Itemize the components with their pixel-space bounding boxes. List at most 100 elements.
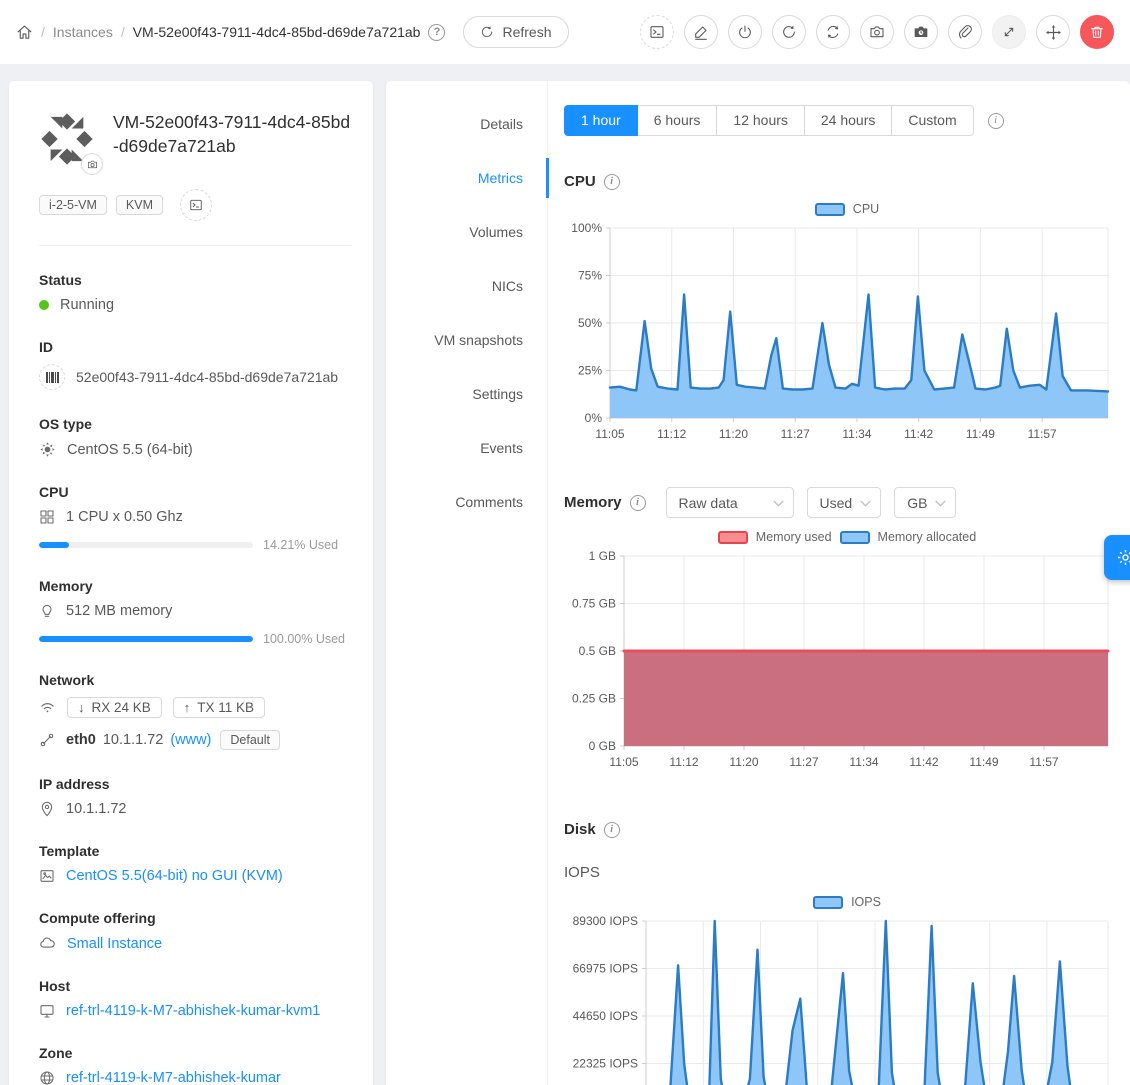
- legend-label: Memory allocated: [878, 530, 977, 544]
- info-icon[interactable]: i: [604, 174, 620, 190]
- globe-icon: [39, 1070, 55, 1085]
- rx-tag: ↓RX 24 KB: [67, 697, 162, 718]
- reboot-icon[interactable]: [772, 15, 806, 49]
- time-range-12hours[interactable]: 12 hours: [717, 105, 804, 136]
- svg-text:0 GB: 0 GB: [589, 739, 616, 753]
- vm-snapshot-icon[interactable]: [904, 15, 938, 49]
- top-header: / Instances / VM-52e00f43-7911-4dc4-85bd…: [0, 0, 1130, 64]
- edit-icon[interactable]: [684, 15, 718, 49]
- time-range-1hour[interactable]: 1 hour: [564, 105, 638, 136]
- legend-label: IOPS: [851, 895, 881, 909]
- memory-data-select[interactable]: Raw data: [666, 487, 794, 518]
- status-label: Status: [39, 272, 351, 288]
- memory-unit-select[interactable]: GB: [894, 487, 956, 518]
- svg-text:50%: 50%: [578, 316, 602, 330]
- refresh-label: Refresh: [502, 24, 551, 40]
- camera-badge-icon[interactable]: [81, 153, 103, 175]
- disk-section-title: Disk: [564, 821, 596, 838]
- legend-item-memory-allocated[interactable]: Memory allocated: [840, 530, 977, 544]
- breadcrumb-separator: /: [41, 24, 45, 40]
- tx-tag: ↑TX 11 KB: [173, 697, 265, 718]
- breadcrumb-separator: /: [121, 24, 125, 40]
- detail-nav: Details Metrics Volumes NICs VM snapshot…: [386, 81, 548, 1085]
- svg-text:0.75 GB: 0.75 GB: [572, 597, 616, 611]
- barcode-icon: [39, 364, 65, 390]
- scale-vm-icon[interactable]: [992, 15, 1026, 49]
- nic-icon: [39, 732, 55, 748]
- info-icon[interactable]: i: [604, 822, 620, 838]
- offering-link[interactable]: Small Instance: [67, 936, 162, 952]
- legend-swatch: [813, 896, 843, 909]
- time-range-group: 1 hour 6 hours 12 hours 24 hours Custom: [564, 105, 974, 136]
- console-icon[interactable]: [180, 189, 212, 221]
- tab-vm-snapshots[interactable]: VM snapshots: [386, 313, 547, 367]
- time-range-24hours[interactable]: 24 hours: [805, 105, 892, 136]
- svg-text:0.5 GB: 0.5 GB: [579, 644, 616, 658]
- vm-title: VM-52e00f43-7911-4dc4-85bd-d69de7a721ab: [113, 111, 351, 167]
- take-snapshot-icon[interactable]: [860, 15, 894, 49]
- breadcrumb: / Instances / VM-52e00f43-7911-4dc4-85bd…: [16, 24, 445, 41]
- zone-link[interactable]: ref-trl-4119-k-M7-abhishek-kumar: [66, 1070, 281, 1085]
- breadcrumb-instances[interactable]: Instances: [53, 24, 113, 40]
- tab-settings[interactable]: Settings: [386, 367, 547, 421]
- svg-text:11:12: 11:12: [657, 427, 686, 441]
- reinstall-icon[interactable]: [816, 15, 850, 49]
- memory-chart-title: Memory: [564, 494, 622, 511]
- nic-default-tag: Default: [220, 730, 280, 750]
- info-icon[interactable]: i: [988, 113, 1004, 129]
- tab-volumes[interactable]: Volumes: [386, 205, 547, 259]
- divider: [39, 245, 351, 246]
- tab-details[interactable]: Details: [386, 97, 547, 151]
- host-link[interactable]: ref-trl-4119-k-M7-abhishek-kumar-kvm1: [66, 1003, 320, 1019]
- nic-ip: 10.1.1.72: [103, 732, 163, 748]
- network-label: Network: [39, 672, 351, 688]
- legend-item-cpu[interactable]: CPU: [815, 202, 879, 216]
- legend-item-iops[interactable]: IOPS: [813, 895, 881, 909]
- info-icon[interactable]: i: [630, 495, 646, 511]
- id-label: ID: [39, 339, 351, 355]
- cpu-label: CPU: [39, 484, 351, 500]
- tab-comments[interactable]: Comments: [386, 475, 547, 529]
- nic-network-link[interactable]: (www): [170, 732, 211, 748]
- nic-name: eth0: [66, 732, 96, 748]
- home-icon[interactable]: [16, 24, 33, 41]
- svg-text:11:34: 11:34: [849, 755, 878, 769]
- tab-metrics[interactable]: Metrics: [386, 151, 547, 205]
- tab-events[interactable]: Events: [386, 421, 547, 475]
- console-icon[interactable]: [640, 15, 674, 49]
- status-dot: [39, 300, 49, 310]
- legend-label: CPU: [853, 202, 879, 216]
- gear-icon[interactable]: [1104, 535, 1130, 580]
- cpu-chart-title: CPU: [564, 173, 596, 190]
- arrow-up-icon: ↑: [184, 700, 191, 715]
- tab-nics[interactable]: NICs: [386, 259, 547, 313]
- rx-value: RX 24 KB: [92, 700, 151, 715]
- svg-text:11:12: 11:12: [669, 755, 698, 769]
- svg-text:22325 IOPS: 22325 IOPS: [573, 1057, 638, 1071]
- legend-item-memory-used[interactable]: Memory used: [718, 530, 832, 544]
- vm-info-panel: VM-52e00f43-7911-4dc4-85bd-d69de7a721ab …: [9, 81, 373, 1085]
- breadcrumb-vm-name: VM-52e00f43-7911-4dc4-85bd-d69de7a721ab: [133, 24, 421, 40]
- memory-unit-select-value: GB: [907, 495, 927, 511]
- svg-text:75%: 75%: [578, 269, 602, 283]
- svg-text:11:57: 11:57: [1028, 427, 1057, 441]
- migrate-icon[interactable]: [1036, 15, 1070, 49]
- host-label: Host: [39, 978, 351, 994]
- time-range-custom[interactable]: Custom: [892, 105, 973, 136]
- memory-data-select-value: Raw data: [679, 495, 738, 511]
- attach-iso-icon[interactable]: [948, 15, 982, 49]
- svg-text:100%: 100%: [571, 221, 602, 235]
- svg-text:11:05: 11:05: [595, 427, 624, 441]
- power-off-icon[interactable]: [728, 15, 762, 49]
- refresh-button[interactable]: Refresh: [463, 16, 568, 48]
- action-toolbar: [640, 15, 1114, 49]
- question-circle-icon[interactable]: ?: [428, 24, 445, 41]
- destroy-icon[interactable]: [1080, 15, 1114, 49]
- memory-mode-select-value: Used: [820, 495, 853, 511]
- iops-chart: 0 IOPS22325 IOPS44650 IOPS66975 IOPS8930…: [564, 911, 1130, 1085]
- svg-text:0.25 GB: 0.25 GB: [572, 692, 616, 706]
- memory-mode-select[interactable]: Used: [807, 487, 882, 518]
- template-label: Template: [39, 843, 351, 859]
- time-range-6hours[interactable]: 6 hours: [638, 105, 718, 136]
- template-link[interactable]: CentOS 5.5(64-bit) no GUI (KVM): [66, 868, 283, 884]
